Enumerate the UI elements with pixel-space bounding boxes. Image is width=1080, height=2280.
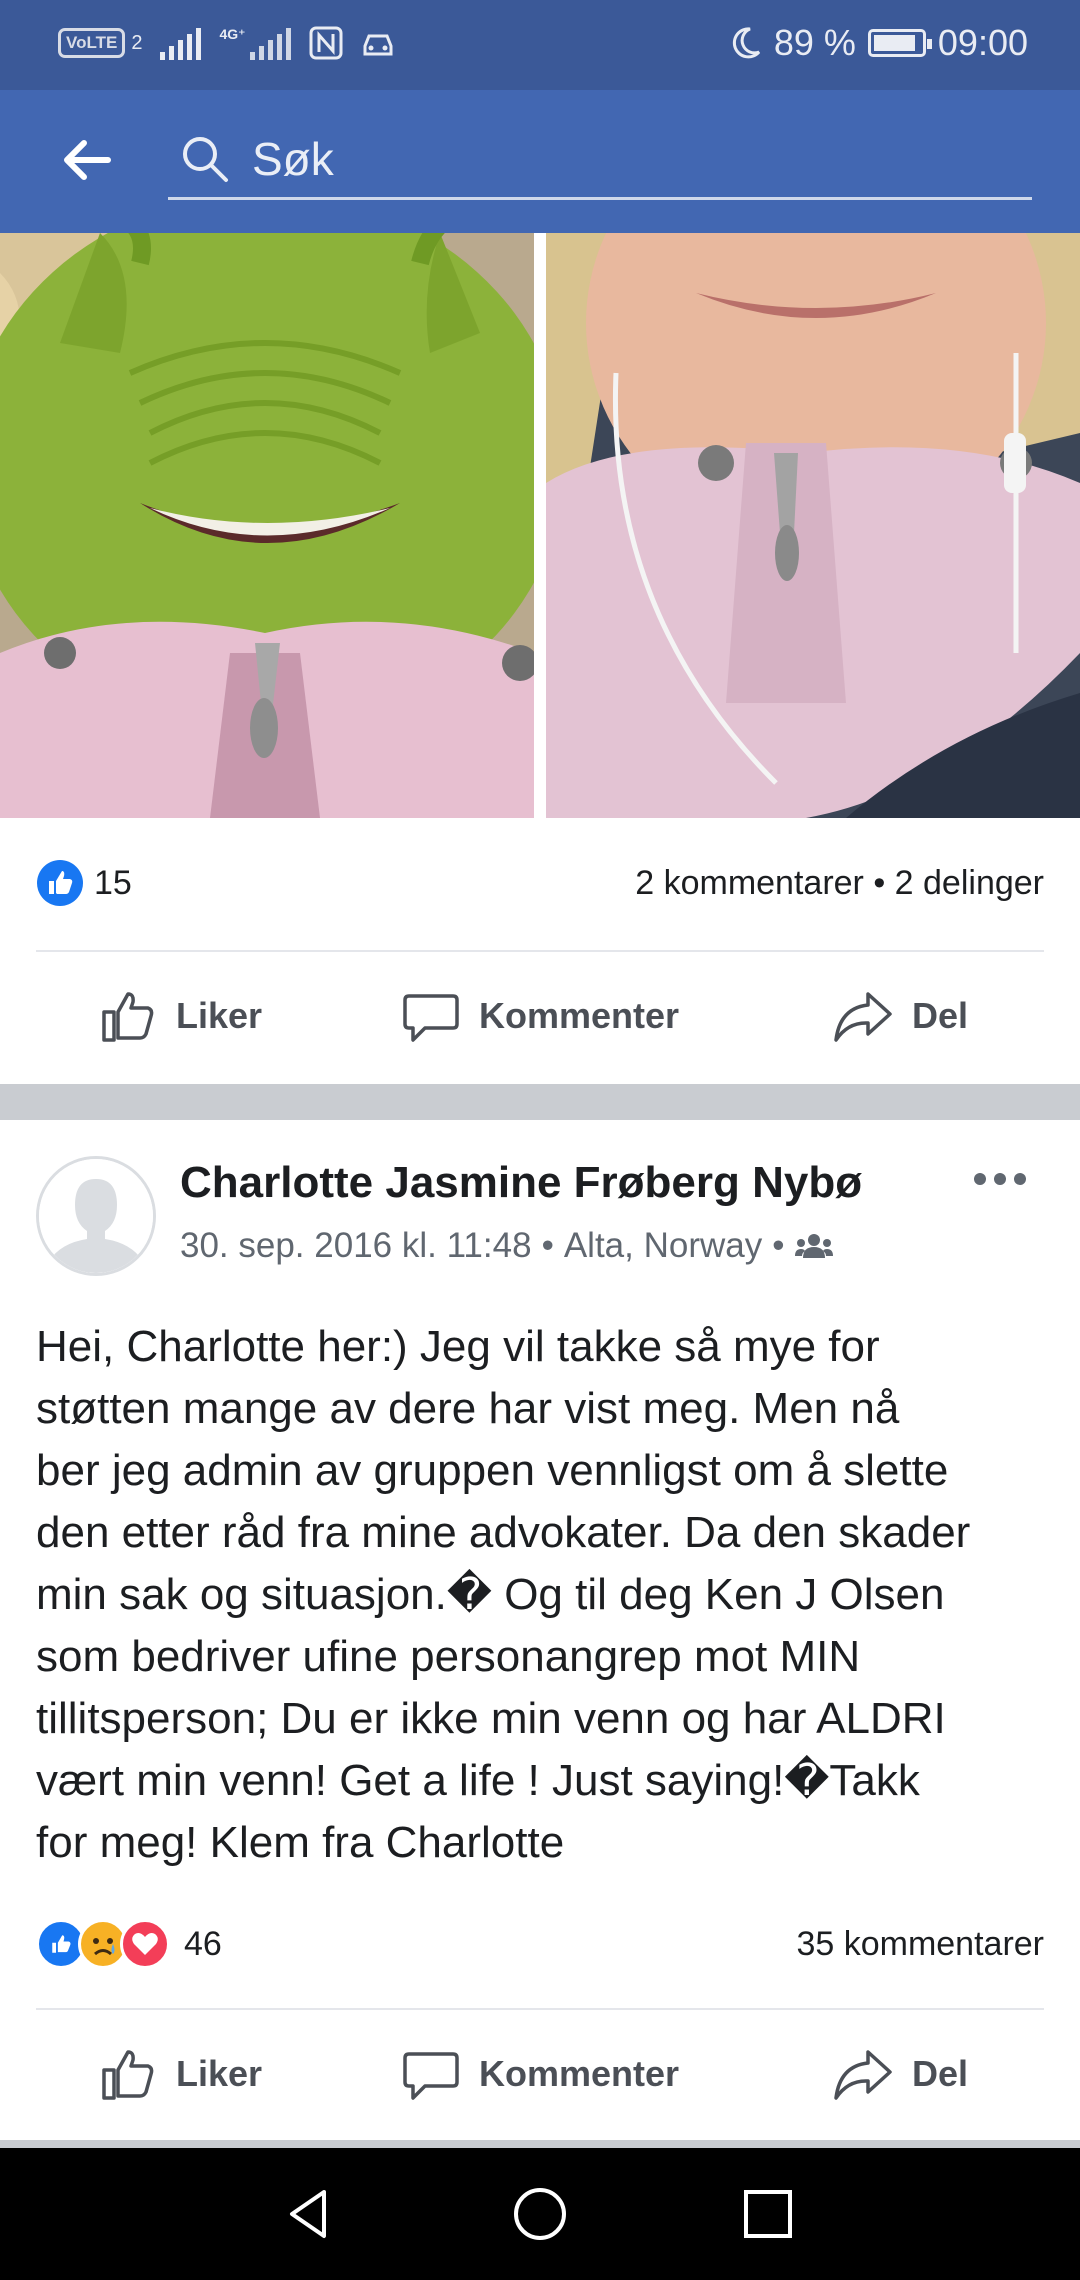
body-line: den etter råd fra mine advokater. Da den…	[36, 1508, 971, 1557]
post1-like-label: Liker	[175, 995, 263, 1036]
post2-comment-button[interactable]: Kommenter	[360, 2024, 720, 2124]
status-right: 89 % 09:00	[730, 22, 1028, 64]
post2-actions: Liker Kommenter Del	[0, 2024, 1080, 2124]
meta-separator-2: •	[772, 1226, 785, 1265]
back-arrow-icon[interactable]	[56, 130, 116, 190]
signal-icon	[160, 26, 202, 60]
body-line: Hei, Charlotte her:) Jeg vil takke så my…	[36, 1322, 880, 1371]
post2-meta: 30. sep. 2016 kl. 11:48 • Alta, Norway •	[180, 1226, 833, 1266]
car-mode-icon	[363, 34, 393, 56]
post2-body: Hei, Charlotte her:) Jeg vil takke så my…	[36, 1316, 1052, 1874]
post2-comment-label: Kommenter	[478, 2053, 680, 2094]
post2-like-label: Liker	[175, 2053, 263, 2094]
post2-stats: 46 35 kommentarer	[36, 1914, 1044, 1974]
post1-share-label: Del	[911, 995, 969, 1036]
post2-location[interactable]: Alta, Norway	[564, 1226, 762, 1266]
network-type: 4G⁺	[219, 26, 246, 42]
post2-reactions[interactable]: 46	[36, 1919, 222, 1969]
body-line: for meg! Klem fra Charlotte	[36, 1818, 565, 1867]
group-audience-icon	[794, 1234, 833, 1258]
body-line: ber jeg admin av gruppen vennligst om å …	[36, 1446, 949, 1495]
body-line: tillitsperson; Du er ikke min venn og ha…	[36, 1694, 946, 1743]
body-line: min sak og situasjon.� Og til deg Ken J …	[36, 1570, 945, 1619]
post1-photo-right[interactable]	[546, 233, 1080, 818]
post1-comment-label: Kommenter	[478, 995, 680, 1036]
moon-icon	[732, 27, 760, 59]
status-bar: VoLTE 2 4G⁺ 89 % 09:00	[0, 0, 1080, 90]
post1-likes[interactable]: 15	[36, 859, 132, 907]
comment-icon	[403, 2052, 459, 2100]
thumbs-up-icon	[102, 992, 154, 1042]
post1-share-button[interactable]: Del	[720, 966, 1080, 1066]
author-avatar[interactable]	[36, 1156, 156, 1276]
sim-number: 2	[131, 31, 143, 54]
post2-share-label: Del	[911, 2053, 969, 2094]
post2-comments[interactable]: 35 kommentarer	[796, 1925, 1044, 1964]
post1-photo-left[interactable]	[0, 233, 534, 818]
volte-badge: VoLTE	[58, 28, 126, 58]
battery-percent: 89 %	[773, 22, 856, 63]
post2-divider	[36, 2008, 1044, 2010]
body-line: støtten mange av dere har vist meg. Men …	[36, 1384, 900, 1433]
meta-separator: •	[541, 1226, 554, 1265]
share-icon	[834, 992, 892, 1042]
search-input[interactable]	[252, 131, 932, 186]
battery-fill	[873, 35, 915, 51]
post1-divider	[36, 950, 1044, 952]
search-icon	[183, 136, 228, 182]
nfc-icon	[309, 26, 343, 60]
feed-separator	[0, 1084, 1080, 1120]
comment-icon	[403, 994, 459, 1042]
body-line: vært min venn! Get a life ! Just saying!…	[36, 1756, 920, 1805]
post1-stats: 15 2 kommentarer • 2 delinger	[36, 853, 1044, 913]
love-reaction-icon	[120, 1919, 170, 1969]
reaction-icons	[36, 1919, 170, 1969]
battery-icon	[867, 29, 932, 57]
nav-recents-icon[interactable]	[738, 2184, 798, 2244]
nav-home-icon[interactable]	[510, 2184, 570, 2244]
clock: 09:00	[937, 22, 1028, 63]
search-header	[0, 90, 1080, 233]
post1-comments-shares[interactable]: 2 kommentarer • 2 delinger	[635, 864, 1044, 903]
search-bar[interactable]	[168, 120, 1032, 200]
like-reaction-icon	[37, 860, 83, 906]
share-icon	[834, 2050, 892, 2100]
post2-share-button[interactable]: Del	[720, 2024, 1080, 2124]
post1-actions: Liker Kommenter Del	[0, 966, 1080, 1066]
feed-separator-bottom	[0, 2140, 1080, 2148]
post1-comment-button[interactable]: Kommenter	[360, 966, 720, 1066]
system-nav-bar	[0, 2148, 1080, 2280]
status-left: VoLTE 2 4G⁺	[58, 26, 395, 60]
post2-like-button[interactable]: Liker	[0, 2024, 360, 2124]
post2-more-options[interactable]	[968, 1162, 1032, 1196]
post1-like-button[interactable]: Liker	[0, 966, 360, 1066]
post1-like-count: 15	[94, 863, 132, 902]
post2-author[interactable]: Charlotte Jasmine Frøberg Nybø	[180, 1158, 862, 1208]
thumbs-up-icon	[102, 2050, 154, 2100]
body-line: som bedriver ufine personangrep mot MIN	[36, 1632, 861, 1681]
nav-back-icon[interactable]	[280, 2184, 340, 2244]
post2-reaction-count: 46	[184, 1924, 222, 1963]
post2-date[interactable]: 30. sep. 2016 kl. 11:48	[180, 1226, 532, 1266]
post1-photos[interactable]	[0, 233, 1080, 818]
signal-icon-2	[249, 26, 291, 60]
